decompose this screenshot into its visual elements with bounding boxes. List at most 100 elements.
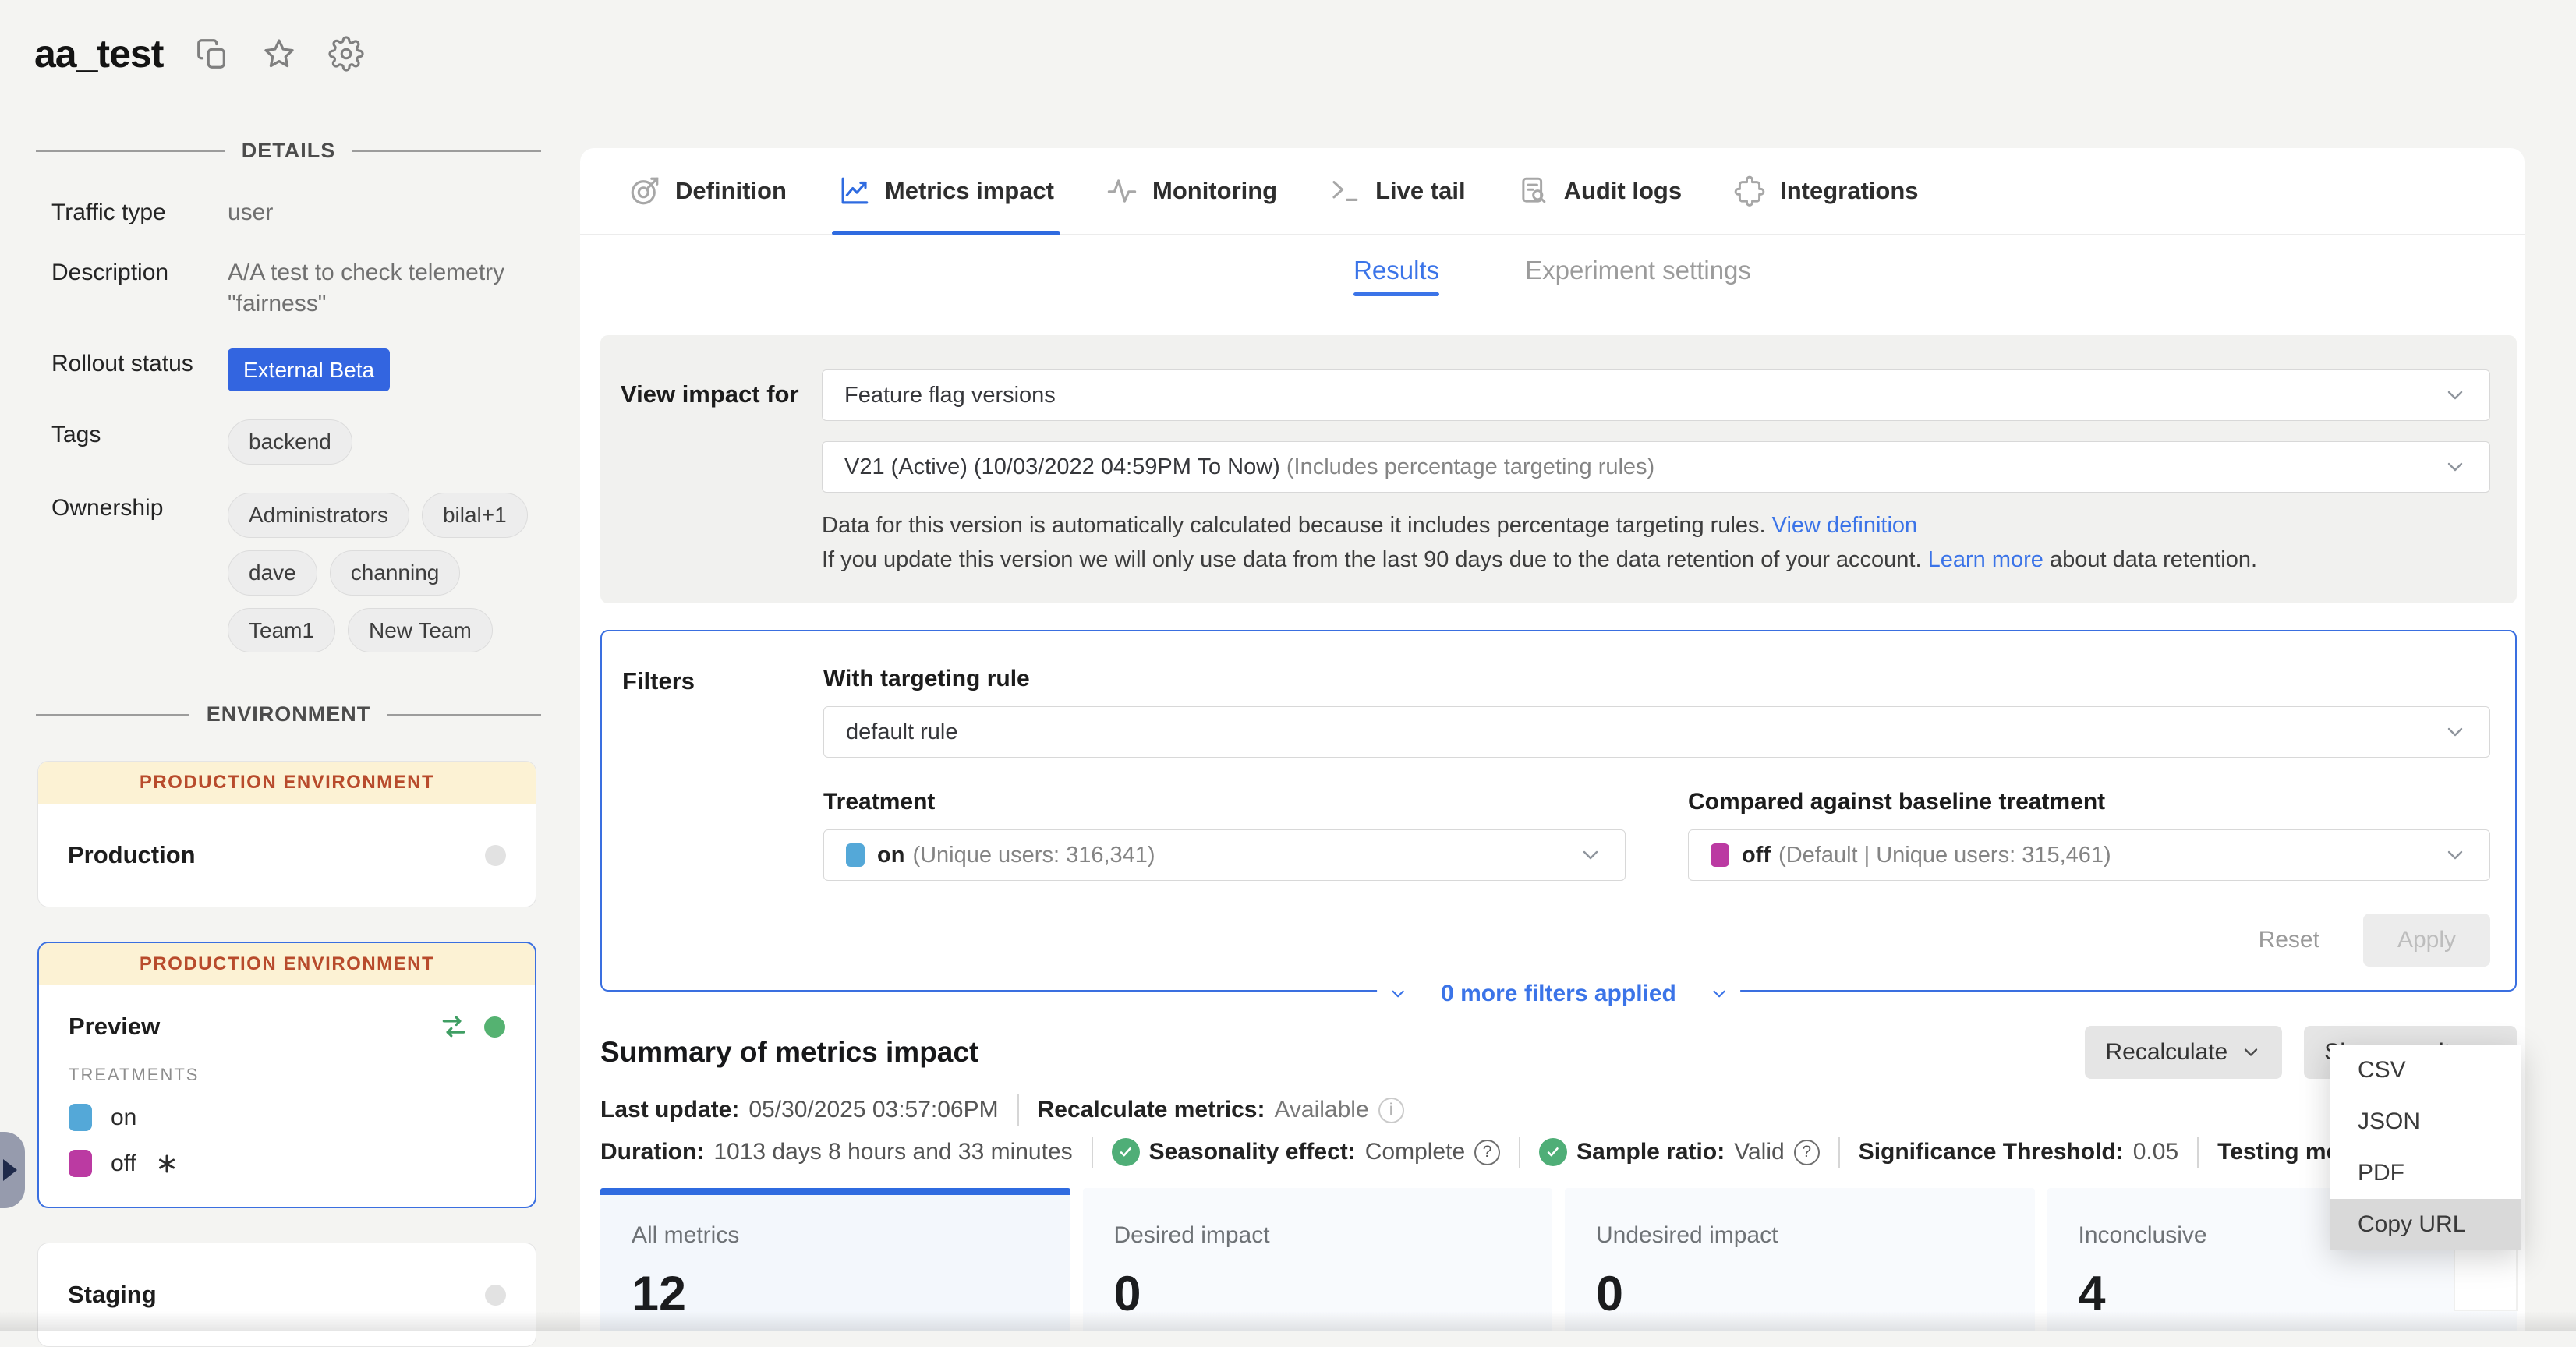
metric-count: 0 — [1114, 1266, 1522, 1322]
share-menu-item-pdf[interactable]: PDF — [2330, 1147, 2521, 1199]
chevron-down-icon — [2443, 719, 2468, 744]
sidebar-collapse-handle[interactable] — [0, 1132, 25, 1208]
info-icon[interactable]: i — [1378, 1098, 1404, 1123]
chevron-right-icon — [3, 1159, 17, 1181]
main-panel: Definition Metrics impact Monitoring Liv… — [580, 148, 2525, 1331]
chevron-down-icon — [2443, 843, 2468, 868]
tab-live-tail[interactable]: Live tail — [1329, 148, 1465, 234]
chevron-down-icon — [1709, 984, 1729, 1004]
treatment-select[interactable]: on (Unique users: 316,341) — [823, 829, 1626, 881]
metric-card-desired-impact[interactable]: Desired impact 0 — [1083, 1188, 1553, 1331]
page-title: aa_test — [34, 31, 163, 76]
reset-button[interactable]: Reset — [2259, 927, 2319, 953]
metric-count: 0 — [1596, 1266, 2004, 1322]
share-results-menu: CSV JSON PDF Copy URL — [2330, 1045, 2521, 1250]
target-icon — [628, 175, 661, 207]
star-icon[interactable] — [261, 36, 297, 72]
subtab-results[interactable]: Results — [1353, 256, 1439, 296]
summary-heading: Summary of metrics impact — [600, 1036, 2085, 1069]
sample-ratio-value: Valid — [1734, 1139, 1784, 1165]
sidebar: DETAILS Traffic type user Description A/… — [0, 139, 577, 1347]
last-update-value: 05/30/2025 03:57:06PM — [748, 1097, 998, 1123]
env-name: Preview — [69, 1013, 439, 1041]
chevron-down-icon — [1578, 843, 1603, 868]
status-dot-gray — [485, 845, 506, 866]
share-menu-item-json[interactable]: JSON — [2330, 1096, 2521, 1147]
terminal-icon — [1329, 175, 1361, 207]
pulse-icon — [1106, 175, 1138, 207]
filters-panel: Filters With targeting rule default rule… — [600, 630, 2517, 992]
learn-more-link[interactable]: Learn more — [1928, 547, 2043, 572]
share-menu-item-csv[interactable]: CSV — [2330, 1045, 2521, 1096]
metric-card-all-metrics[interactable]: All metrics 12 — [600, 1188, 1070, 1331]
chevron-down-icon — [1388, 984, 1408, 1004]
tab-definition[interactable]: Definition — [628, 148, 787, 234]
production-environment-banner: PRODUCTION ENVIRONMENT — [39, 943, 535, 985]
help-icon[interactable]: ? — [1474, 1140, 1500, 1165]
treatment-on-row: on — [69, 1104, 505, 1131]
owner-chip: channing — [330, 550, 461, 596]
environment-section-header: ENVIRONMENT — [0, 702, 577, 727]
version-note: (Includes percentage targeting rules) — [1286, 454, 1654, 479]
details-section-header: DETAILS — [0, 139, 577, 163]
summary-section: Summary of metrics impact Recalculate Sh… — [600, 1026, 2517, 1331]
traffic-type-row: Traffic type user — [51, 197, 549, 229]
copy-icon[interactable] — [194, 36, 230, 72]
description-value: A/A test to check telemetry "fairness" — [228, 257, 549, 320]
document-search-icon — [1517, 175, 1550, 207]
tab-monitoring[interactable]: Monitoring — [1106, 148, 1277, 234]
details-heading: DETAILS — [242, 139, 336, 163]
status-dot-gray — [485, 1285, 506, 1306]
subtab-experiment-settings[interactable]: Experiment settings — [1525, 256, 1751, 296]
puzzle-icon — [1733, 175, 1766, 207]
baseline-select[interactable]: off (Default | Unique users: 315,461) — [1688, 829, 2490, 881]
view-definition-link[interactable]: View definition — [1772, 513, 1917, 538]
check-circle-icon — [1539, 1138, 1567, 1166]
traffic-type-value: user — [228, 197, 549, 229]
duration-value: 1013 days 8 hours and 33 minutes — [713, 1139, 1072, 1165]
tab-audit-logs[interactable]: Audit logs — [1517, 148, 1683, 234]
seasonality-value: Complete — [1365, 1139, 1465, 1165]
help-icon[interactable]: ? — [1794, 1140, 1820, 1165]
default-asterisk-icon — [155, 1152, 179, 1176]
env-card-preview[interactable]: PRODUCTION ENVIRONMENT Preview TREATMENT… — [37, 942, 536, 1208]
owner-chip: Administrators — [228, 493, 409, 538]
tab-integrations[interactable]: Integrations — [1733, 148, 1918, 234]
owner-chip: bilal+1 — [422, 493, 528, 538]
owner-chip: dave — [228, 550, 317, 596]
tab-bar: Definition Metrics impact Monitoring Liv… — [580, 148, 2525, 235]
metric-count: 12 — [632, 1266, 1039, 1322]
share-menu-panel-edge — [2454, 1249, 2518, 1311]
tab-metrics-impact[interactable]: Metrics impact — [838, 148, 1054, 234]
targeting-rule-label: With targeting rule — [823, 666, 2490, 692]
targeting-rule-select[interactable]: default rule — [823, 706, 2490, 758]
recalculate-button[interactable]: Recalculate — [2085, 1026, 2282, 1079]
status-dot-green — [484, 1016, 505, 1038]
version-select[interactable]: V21 (Active) (10/03/2022 04:59PM To Now)… — [822, 441, 2490, 493]
env-name: Production — [68, 841, 485, 869]
chevron-down-icon — [2443, 454, 2468, 479]
metric-count: 4 — [2079, 1266, 2486, 1322]
description-row: Description A/A test to check telemetry … — [51, 257, 549, 320]
metric-summary-cards: All metrics 12 Desired impact 0 Undesire… — [600, 1188, 2517, 1331]
treatments-label: TREATMENTS — [69, 1065, 505, 1085]
apply-button[interactable]: Apply — [2363, 914, 2490, 967]
version-value: V21 (Active) (10/03/2022 04:59PM To Now) — [844, 454, 1280, 479]
metric-card-undesired-impact[interactable]: Undesired impact 0 — [1565, 1188, 2035, 1331]
owner-chip: New Team — [348, 608, 493, 653]
treatment-off-row: off — [69, 1150, 505, 1177]
environment-section: ENVIRONMENT PRODUCTION ENVIRONMENT Produ… — [0, 702, 577, 1347]
view-impact-section: View impact for Feature flag versions V2… — [600, 335, 2517, 603]
env-card-production[interactable]: PRODUCTION ENVIRONMENT Production — [37, 761, 536, 907]
baseline-label: Compared against baseline treatment — [1688, 789, 2490, 815]
gear-icon[interactable] — [328, 36, 364, 72]
rollout-status-row: Rollout status External Beta — [51, 348, 549, 392]
impact-type-select[interactable]: Feature flag versions — [822, 369, 2490, 421]
filters-label: Filters — [622, 666, 823, 967]
significance-value: 0.05 — [2133, 1139, 2178, 1165]
app-header: aa_test — [34, 31, 364, 76]
chevron-down-icon — [2443, 383, 2468, 408]
more-filters-toggle[interactable]: 0 more filters applied — [1377, 976, 1740, 1012]
details-rows: Traffic type user Description A/A test t… — [51, 197, 549, 652]
share-menu-item-copy-url[interactable]: Copy URL — [2330, 1199, 2521, 1250]
